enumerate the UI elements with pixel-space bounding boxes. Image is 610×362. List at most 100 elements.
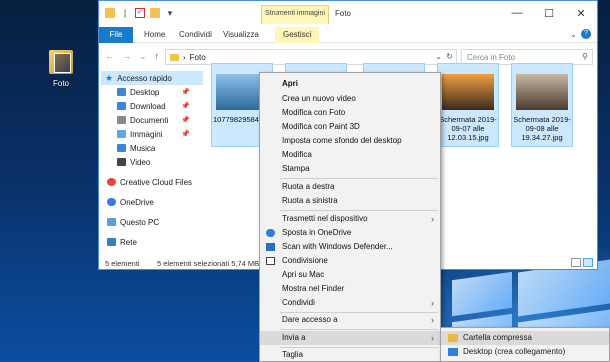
- sidebar-item-label: Desktop: [130, 87, 160, 97]
- menu-item-set-as-background[interactable]: Imposta come sfondo del desktop: [260, 134, 440, 148]
- chevron-down-icon[interactable]: ▾: [165, 8, 175, 18]
- menu-item-rotate-right[interactable]: Ruota a destra: [260, 180, 440, 194]
- download-icon: [117, 102, 126, 110]
- breadcrumb-separator: ›: [183, 52, 186, 62]
- file-name: Schermata 2019-09-07 alle 12.03.15.jpg: [439, 115, 497, 142]
- sidebar-item-download[interactable]: Download 📌: [117, 99, 190, 113]
- menu-item-cut[interactable]: Taglia: [260, 348, 440, 362]
- sidebar-item-documenti[interactable]: Documenti 📌: [117, 113, 190, 127]
- computer-icon: [107, 218, 116, 226]
- minimize-button[interactable]: —: [501, 1, 533, 25]
- tab-home[interactable]: Home: [144, 27, 165, 43]
- menu-item-scan-defender[interactable]: Scan with Windows Defender...: [260, 240, 440, 254]
- chevron-down-icon[interactable]: ⌄: [570, 30, 577, 39]
- desktop-icon-label: Foto: [52, 79, 69, 88]
- image-thumbnail: [516, 74, 568, 110]
- tab-manage[interactable]: Gestisci: [275, 27, 320, 43]
- large-icons-view-icon[interactable]: [583, 258, 593, 267]
- menu-item-open-on-mac[interactable]: Apri su Mac: [260, 268, 440, 282]
- menu-item-label: Invia a: [282, 333, 306, 342]
- search-icon: ⚲: [582, 52, 588, 61]
- sidebar-item-label: Video: [130, 157, 151, 167]
- menu-item-send-to[interactable]: Invia a ›: [260, 331, 440, 345]
- sidebar-item-label: OneDrive: [120, 197, 154, 207]
- help-icon[interactable]: ?: [581, 29, 591, 39]
- menu-item-share[interactable]: Condividi ›: [260, 296, 440, 310]
- chevron-down-icon[interactable]: ⌄: [139, 51, 147, 62]
- file-item[interactable]: Schermata 2019-09-08 alle 19.34.27.jpg: [511, 63, 573, 147]
- back-icon[interactable]: ←: [105, 51, 114, 62]
- sidebar-item-label: Rete: [120, 237, 137, 247]
- breadcrumb[interactable]: Foto: [190, 53, 206, 62]
- ribbon-tabs: File Home Condividi Visualizza Gestisci …: [99, 27, 597, 43]
- chevron-down-icon[interactable]: ⌄: [435, 52, 442, 61]
- sidebar-item-onedrive[interactable]: OneDrive: [107, 195, 154, 209]
- onedrive-icon: [107, 198, 116, 206]
- menu-item-show-in-finder[interactable]: Mostra nel Finder: [260, 282, 440, 296]
- menu-item-label: Trasmetti nel dispositivo: [282, 214, 368, 223]
- menu-item-move-to-onedrive[interactable]: Sposta in OneDrive: [260, 226, 440, 240]
- desktop-foto-folder[interactable]: Foto: [44, 50, 78, 88]
- menu-item-edit-with-photos[interactable]: Modifica con Foto: [260, 106, 440, 120]
- sidebar-item-network[interactable]: Rete: [107, 235, 137, 249]
- pin-icon: 📌: [181, 117, 190, 124]
- menu-separator: [280, 210, 438, 211]
- menu-item-new-video[interactable]: Crea un nuovo video: [260, 92, 440, 106]
- sidebar-item-desktop[interactable]: Desktop 📌: [117, 85, 190, 99]
- submenu-item-desktop-shortcut[interactable]: Desktop (crea collegamento): [441, 345, 609, 359]
- chevron-right-icon: ›: [431, 315, 434, 325]
- new-folder-icon[interactable]: [150, 8, 160, 18]
- pictures-icon: [117, 130, 126, 138]
- folder-icon: [170, 53, 179, 61]
- menu-item-label: Condividi: [282, 298, 315, 307]
- sidebar-item-label: Documenti: [130, 115, 169, 125]
- menu-item-label: Condivisione: [282, 256, 328, 265]
- menu-item-edit-with-paint3d[interactable]: Modifica con Paint 3D: [260, 120, 440, 134]
- menu-item-sharing[interactable]: Condivisione: [260, 254, 440, 268]
- sidebar-item-immagini[interactable]: Immagini 📌: [117, 127, 190, 141]
- tab-file[interactable]: File: [99, 27, 133, 43]
- menu-item-rotate-left[interactable]: Ruota a sinistra: [260, 194, 440, 208]
- zip-folder-icon: [448, 334, 458, 342]
- menu-item-cast-to-device[interactable]: Trasmetti nel dispositivo ›: [260, 212, 440, 226]
- menu-item-edit[interactable]: Modifica: [260, 148, 440, 162]
- sidebar-item-label: Creative Cloud Files: [120, 177, 193, 187]
- folder-icon: [49, 50, 73, 74]
- star-icon: ★: [105, 72, 114, 83]
- menu-item-print[interactable]: Stampa: [260, 162, 440, 176]
- sidebar-item-video[interactable]: Video: [117, 155, 150, 169]
- sidebar-item-quick-access[interactable]: ★ Accesso rapido: [101, 71, 203, 85]
- properties-icon[interactable]: ✓: [135, 8, 145, 18]
- titlebar: | ✓ ▾ Strumenti immagini Foto — ☐ ✕: [99, 1, 597, 27]
- file-item[interactable]: Schermata 2019-09-07 alle 12.03.15.jpg: [437, 63, 499, 147]
- window-title: Foto: [335, 9, 352, 18]
- maximize-button[interactable]: ☐: [533, 1, 565, 25]
- refresh-icon[interactable]: ↻: [446, 52, 453, 61]
- pin-icon: 📌: [181, 89, 190, 96]
- tab-view[interactable]: Visualizza: [223, 27, 259, 43]
- desktop-icon: [117, 88, 126, 96]
- forward-icon[interactable]: →: [122, 51, 131, 62]
- details-view-icon[interactable]: [571, 258, 581, 267]
- menu-separator: [280, 329, 438, 330]
- menu-item-open[interactable]: Apri: [260, 77, 440, 91]
- sidebar-item-creative-cloud[interactable]: Creative Cloud Files: [107, 175, 192, 189]
- submenu-item-compressed-folder[interactable]: Cartella compressa: [441, 331, 609, 345]
- chevron-right-icon: ›: [431, 333, 434, 343]
- separator: |: [123, 8, 127, 18]
- menu-separator: [280, 178, 438, 179]
- folder-icon: [105, 8, 115, 18]
- sidebar-item-musica[interactable]: Musica: [117, 141, 155, 155]
- sidebar-item-label: Immagini: [130, 129, 163, 139]
- tab-share[interactable]: Condividi: [179, 27, 212, 43]
- menu-item-give-access[interactable]: Dare accesso a ›: [260, 313, 440, 327]
- item-count: 5 elementi: [105, 259, 140, 268]
- file-name: Schermata 2019-09-08 alle 19.34.27.jpg: [513, 115, 571, 142]
- documents-icon: [117, 116, 126, 124]
- navigation-pane: ★ Accesso rapido Desktop 📌 Download 📌 Do…: [99, 71, 203, 255]
- selection-info: 5 elementi selezionati 5,74 MB: [157, 259, 260, 268]
- search-placeholder: Cerca in Foto: [467, 53, 516, 62]
- sidebar-item-this-pc[interactable]: Questo PC: [107, 215, 159, 229]
- up-arrow-icon[interactable]: ↑: [155, 51, 160, 62]
- close-button[interactable]: ✕: [565, 1, 597, 25]
